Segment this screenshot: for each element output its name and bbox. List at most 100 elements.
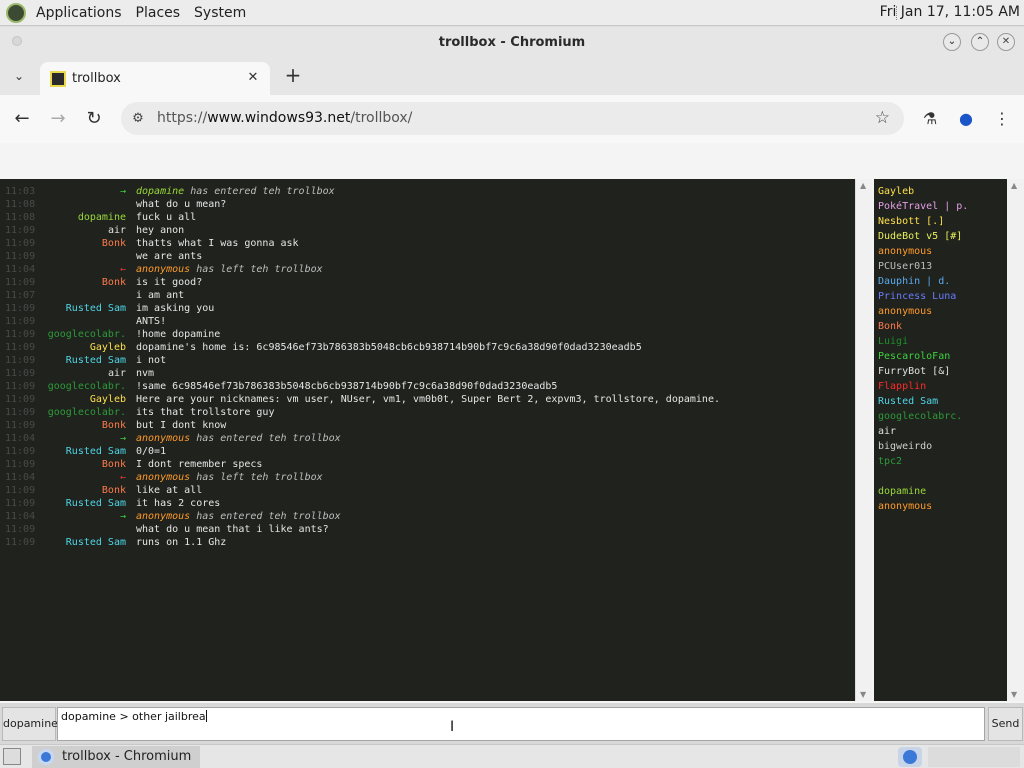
message-time: 11:09 bbox=[5, 368, 36, 379]
new-tab-button[interactable]: + bbox=[282, 65, 304, 87]
message-nick[interactable]: Bonk bbox=[102, 484, 126, 497]
message-nick[interactable]: Gayleb bbox=[90, 393, 126, 406]
user-list-item[interactable]: PescaroloFan bbox=[878, 349, 950, 364]
user-list-item[interactable]: anonymous bbox=[878, 304, 932, 319]
forward-button[interactable]: → bbox=[46, 107, 70, 131]
labs-flask-icon[interactable]: ⚗ bbox=[918, 107, 942, 131]
message-nick[interactable]: Rusted Sam bbox=[66, 354, 126, 367]
taskbar-window-label: trollbox - Chromium bbox=[62, 749, 192, 764]
scroll-down-icon[interactable]: ▼ bbox=[1011, 690, 1017, 699]
user-list-item[interactable]: air bbox=[878, 424, 896, 439]
menu-kebab-icon[interactable]: ⋮ bbox=[990, 107, 1014, 131]
close-window-button[interactable]: ✕ bbox=[997, 33, 1015, 51]
message-nick[interactable]: Rusted Sam bbox=[66, 302, 126, 315]
user-list-item[interactable]: dopamine bbox=[878, 484, 926, 499]
send-button[interactable]: Send bbox=[988, 707, 1023, 741]
message-time: 11:09 bbox=[5, 316, 36, 327]
user-list-item[interactable]: Bonk bbox=[878, 319, 902, 334]
tray-chromium-icon[interactable] bbox=[898, 747, 922, 767]
chat-message: 11:09 Rusted Sam runs on 1.1 Ghz bbox=[0, 536, 855, 549]
user-list-item[interactable]: tpc2 bbox=[878, 454, 902, 469]
back-button[interactable]: ← bbox=[10, 107, 34, 131]
message-nick[interactable]: air bbox=[108, 224, 126, 237]
user-list-item[interactable]: DudeBot v5 [#] bbox=[878, 229, 962, 244]
workspace-switcher[interactable] bbox=[928, 747, 1020, 767]
message-nick[interactable]: Bonk bbox=[102, 458, 126, 471]
message-nick[interactable]: googlecolabr. bbox=[48, 328, 126, 341]
message-text: runs on 1.1 Ghz bbox=[136, 537, 227, 548]
message-text: im asking you bbox=[136, 303, 215, 314]
profile-icon[interactable]: ● bbox=[954, 107, 978, 131]
message-nick[interactable]: air bbox=[108, 367, 126, 380]
user-list-item[interactable]: Gayleb bbox=[878, 184, 914, 199]
tab-trollbox[interactable]: trollbox ✕ bbox=[40, 62, 270, 95]
url-text[interactable]: https://www.windows93.net/trollbox/ bbox=[157, 110, 412, 126]
minimize-button[interactable]: ⌄ bbox=[943, 33, 961, 51]
user-list-item[interactable]: Dauphin | d. bbox=[878, 274, 950, 289]
message-nick[interactable]: Rusted Sam bbox=[66, 445, 126, 458]
message-text: it has 2 cores bbox=[136, 498, 221, 509]
chat-message: 11:09 Bonk thatts what I was gonna ask bbox=[0, 237, 855, 250]
user-list-item[interactable]: PokéTravel | p. bbox=[878, 199, 968, 214]
user-list-scrollbar[interactable]: ▲ ▼ bbox=[1007, 179, 1024, 701]
address-bar[interactable]: ⚙ https://www.windows93.net/trollbox/ ☆ bbox=[121, 102, 904, 135]
window-menu-icon[interactable] bbox=[12, 36, 22, 46]
nickname-button[interactable]: dopamine bbox=[2, 707, 58, 741]
event-user[interactable]: anonymous bbox=[136, 472, 190, 483]
user-list-item[interactable]: anonymous bbox=[878, 499, 932, 514]
message-nick[interactable]: Bonk bbox=[102, 276, 126, 289]
user-list-item[interactable]: Princess Luna bbox=[878, 289, 956, 304]
message-nick[interactable]: Gayleb bbox=[90, 341, 126, 354]
message-time: 11:08 bbox=[5, 199, 36, 210]
chat-message: 11:09 Rusted Sam i not bbox=[0, 354, 855, 367]
user-list-item[interactable]: PCUser013 bbox=[878, 259, 932, 274]
message-time: 11:09 bbox=[5, 459, 36, 470]
user-list-item[interactable]: Luigi bbox=[878, 334, 908, 349]
site-info-icon[interactable]: ⚙ bbox=[129, 110, 147, 128]
scroll-down-icon[interactable]: ▼ bbox=[860, 690, 866, 699]
chat-message: 11:09 air hey anon bbox=[0, 224, 855, 237]
message-nick[interactable]: googlecolabr. bbox=[48, 380, 126, 393]
message-nick[interactable]: Bonk bbox=[102, 419, 126, 432]
message-text: anonymous has entered teh trollbox bbox=[136, 510, 341, 523]
window-titlebar[interactable]: trollbox - Chromium ⌄ ⌃ ✕ bbox=[0, 27, 1024, 57]
user-list-item[interactable]: bigweirdo bbox=[878, 439, 932, 454]
user-list-item[interactable]: Flapplin bbox=[878, 379, 926, 394]
places-menu[interactable]: Places bbox=[132, 5, 185, 21]
applications-menu[interactable]: Applications bbox=[32, 5, 126, 21]
message-text: anonymous has entered teh trollbox bbox=[136, 432, 341, 445]
maximize-button[interactable]: ⌃ bbox=[971, 33, 989, 51]
scroll-up-icon[interactable]: ▲ bbox=[1011, 181, 1017, 190]
message-time: 11:09 bbox=[5, 446, 36, 457]
message-nick[interactable]: Bonk bbox=[102, 237, 126, 250]
user-list-item[interactable]: anonymous bbox=[878, 244, 932, 259]
system-menu[interactable]: System bbox=[190, 5, 250, 21]
clock[interactable]: Fri Jan 17, 11:05 AM bbox=[880, 4, 1020, 20]
bookmark-star-icon[interactable]: ☆ bbox=[875, 108, 890, 128]
close-tab-icon[interactable]: ✕ bbox=[244, 69, 262, 87]
event-user[interactable]: anonymous bbox=[136, 511, 190, 522]
event-arrow-icon: → bbox=[119, 186, 126, 197]
message-time: 11:09 bbox=[5, 498, 36, 509]
reload-button[interactable]: ↻ bbox=[82, 107, 106, 131]
chat-scrollbar[interactable]: ▲ ▼ bbox=[855, 179, 872, 701]
taskbar-window-chromium[interactable]: trollbox - Chromium bbox=[32, 746, 200, 768]
user-list-item[interactable]: googlecolabrc. bbox=[878, 409, 962, 424]
tab-search-button[interactable]: ⌄ bbox=[8, 65, 30, 87]
message-text: nvm bbox=[136, 368, 155, 379]
message-nick[interactable]: Rusted Sam bbox=[66, 536, 126, 549]
user-list-item[interactable]: FurryBot [&] bbox=[878, 364, 950, 379]
chat-log[interactable]: 11:03 → dopamine has entered teh trollbox 1… bbox=[0, 179, 855, 701]
message-nick[interactable]: Rusted Sam bbox=[66, 497, 126, 510]
message-nick[interactable]: dopamine bbox=[78, 211, 126, 224]
distro-logo-icon[interactable] bbox=[6, 2, 26, 23]
chat-message-input[interactable]: dopamine > other jailbrea bbox=[57, 707, 985, 741]
user-list-item[interactable]: Rusted Sam bbox=[878, 394, 938, 409]
event-user[interactable]: anonymous bbox=[136, 264, 190, 275]
scroll-up-icon[interactable]: ▲ bbox=[860, 181, 866, 190]
user-list-item[interactable]: Nesbott [.] bbox=[878, 214, 944, 229]
event-user[interactable]: anonymous bbox=[136, 433, 190, 444]
show-desktop-icon[interactable] bbox=[3, 748, 21, 765]
message-nick[interactable]: googlecolabr. bbox=[48, 406, 126, 419]
event-user[interactable]: dopamine bbox=[136, 186, 184, 197]
